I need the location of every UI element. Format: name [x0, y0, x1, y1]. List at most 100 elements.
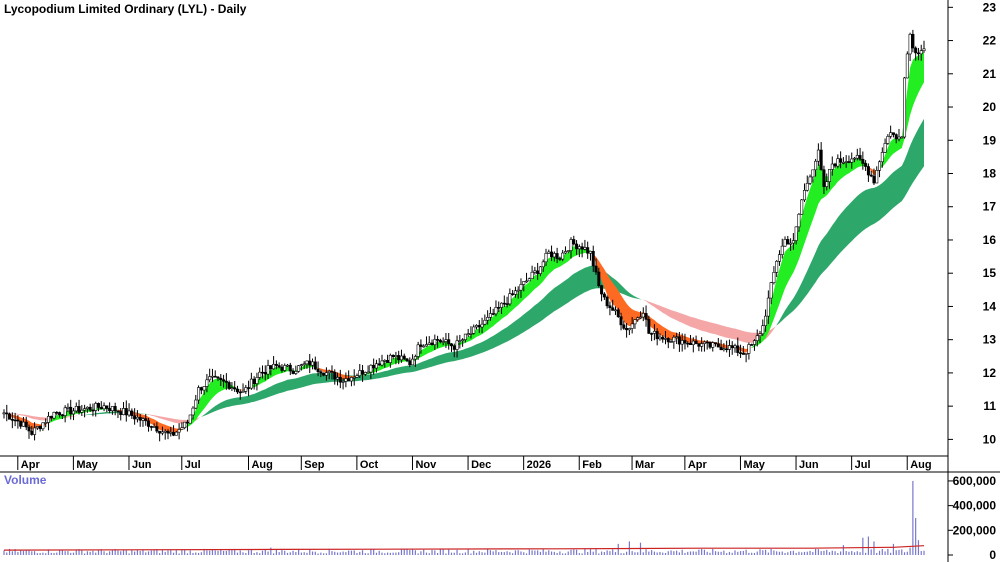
candle-body: [216, 376, 220, 379]
candle-body: [127, 410, 131, 416]
candle-body: [677, 336, 681, 345]
candle-body: [764, 315, 768, 326]
candle-body: [475, 325, 479, 328]
month-tick-label: May: [743, 459, 765, 471]
candle-body: [889, 132, 893, 137]
candle-body: [163, 430, 167, 433]
month-tick-label: 2026: [527, 459, 551, 471]
candle-body: [766, 297, 770, 317]
candle-body: [105, 405, 109, 409]
month-tick-label: Jul: [185, 459, 201, 471]
price-tick-label: 12: [983, 366, 997, 380]
candle-body: [903, 77, 907, 138]
time-axis: Apr May Jun Jul Aug Sep Oct Nov Dec 2026 Feb Mar Apr…: [0, 455, 948, 471]
candle-body: [725, 348, 729, 351]
candle-body: [611, 307, 615, 311]
candle-body: [322, 372, 326, 376]
candle-body: [416, 344, 420, 357]
candle-body: [222, 379, 226, 382]
candle-body: [744, 353, 748, 355]
candle-body: [577, 246, 581, 250]
candle-body: [41, 422, 45, 430]
candle-body: [747, 344, 751, 354]
candle-body: [488, 313, 492, 318]
candle-body: [130, 410, 134, 416]
candle-body: [625, 328, 629, 331]
candle-body: [30, 430, 34, 435]
candle-body: [338, 377, 342, 383]
candle-body: [883, 143, 887, 153]
price-tick-label: 23: [983, 0, 997, 14]
candle-body: [2, 412, 6, 415]
candle-body: [274, 363, 278, 366]
candle-body: [230, 387, 234, 389]
candle-body: [91, 409, 95, 412]
candle-body: [141, 418, 145, 421]
candle-body: [16, 419, 20, 422]
stock-chart: 10 11 12 13 14 15 16 17 18 19 20 21 22 23 Apr May Jun Ju…: [0, 0, 1000, 562]
price-tick-label: 20: [983, 100, 997, 114]
month-tick-label: Feb: [582, 459, 602, 471]
candle-body: [260, 371, 264, 374]
candle-body: [58, 412, 62, 416]
candle-body: [447, 339, 451, 345]
candle-body: [572, 239, 576, 245]
candle-body: [875, 170, 879, 184]
candle-body: [638, 316, 642, 319]
candle-body: [566, 250, 570, 252]
month-tick-label: Sep: [304, 459, 324, 471]
candle-body: [458, 340, 462, 342]
candle-body: [500, 302, 504, 308]
candle-body: [380, 360, 384, 366]
price-tick-label: 13: [983, 333, 997, 347]
candle-body: [922, 48, 926, 51]
price-tick-label: 15: [983, 266, 997, 280]
month-tick-label: Mar: [635, 459, 655, 471]
candle-body: [841, 162, 845, 164]
candle-body: [374, 363, 378, 369]
candle-body: [800, 199, 804, 215]
candle-body: [755, 335, 759, 341]
candle-body: [185, 421, 189, 424]
month-tick-label: Jul: [855, 459, 871, 471]
candle-body: [102, 405, 106, 410]
candle-body: [352, 377, 356, 379]
candle-body: [752, 340, 756, 345]
candle-body: [555, 253, 559, 259]
volume-axis: 0 200,000 400,000 600,000: [948, 474, 996, 562]
candle-body: [116, 410, 120, 413]
candle-body: [847, 161, 851, 163]
candle-body: [397, 355, 401, 361]
price-tick-label: 11: [983, 399, 996, 413]
candle-body: [705, 341, 709, 344]
candle-body: [483, 319, 487, 325]
candle-body: [19, 420, 23, 427]
candle-body: [658, 336, 662, 340]
candle-body: [652, 331, 656, 334]
candle-body: [194, 399, 198, 409]
candle-body: [833, 163, 837, 167]
candle-body: [855, 155, 859, 159]
chart-title: Lycopodium Limited Ordinary (LYL) - Dail…: [4, 2, 247, 16]
candle-body: [708, 341, 712, 348]
candle-body: [780, 245, 784, 255]
candle-body: [174, 431, 178, 436]
candle-body: [327, 370, 331, 373]
candle-body: [294, 371, 298, 374]
candle-body: [666, 338, 670, 343]
candle-body: [850, 158, 854, 163]
candle-body: [675, 336, 679, 339]
candle-body: [247, 387, 251, 389]
candle-body: [472, 326, 476, 334]
candle-body: [689, 342, 693, 345]
candle-body: [77, 406, 81, 413]
candle-body: [789, 242, 793, 245]
candle-body: [38, 426, 42, 430]
candle-body: [664, 338, 668, 340]
candle-body: [533, 270, 537, 273]
month-tick-label: Jun: [132, 459, 152, 471]
candle-body: [255, 377, 259, 384]
candle-body: [733, 345, 737, 349]
candle-body: [527, 278, 531, 282]
candle-body: [235, 388, 239, 393]
